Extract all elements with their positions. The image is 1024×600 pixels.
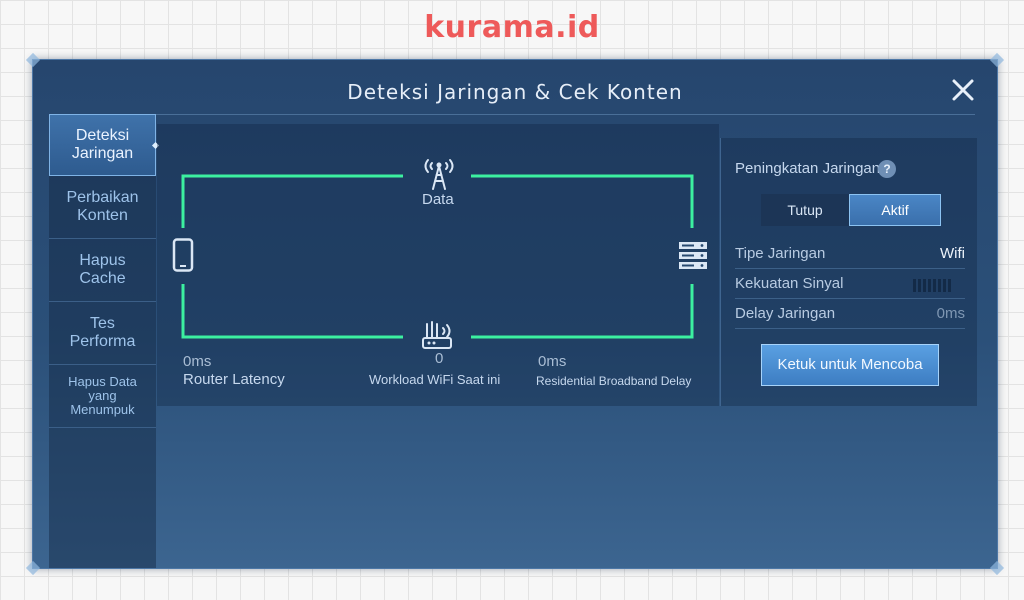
close-button[interactable]: [949, 76, 977, 104]
network-boost-panel: Peningkatan Jaringan ? Tutup Aktif Tipe …: [720, 138, 977, 406]
wifi-workload-value: 0: [435, 350, 444, 367]
broadband-delay-label: Residential Broadband Delay: [536, 374, 692, 388]
router-latency-label: Router Latency: [183, 371, 285, 388]
toggle-on-button[interactable]: Aktif: [849, 194, 941, 226]
network-delay-row: Delay Jaringan 0ms: [735, 300, 965, 329]
wifi-workload-label: Workload WiFi Saat ini: [369, 372, 501, 387]
sidebar-item-label: Deteksi Jaringan: [71, 127, 134, 162]
sidebar-item-clear-cache[interactable]: Hapus Cache: [49, 239, 156, 302]
toggle-off-button[interactable]: Tutup: [761, 194, 849, 226]
boost-label: Peningkatan Jaringan: [735, 160, 881, 177]
row-value: 0ms: [936, 305, 965, 322]
sidebar-item-label: Hapus Data yang Menumpuk: [68, 374, 137, 417]
link-line: [181, 174, 403, 228]
corner-ornament: [25, 52, 41, 68]
link-line: [181, 284, 403, 339]
link-line: [471, 174, 694, 228]
sidebar-item-performance-test[interactable]: Tes Performa: [49, 302, 156, 365]
sidebar: Deteksi Jaringan Perbaikan Konten Hapus …: [49, 114, 156, 568]
row-value: Wifi: [940, 245, 965, 262]
dialog-title: Deteksi Jaringan & Cek Konten: [347, 80, 683, 104]
server-icon: [679, 242, 707, 269]
watermark-logo: kurama.id: [424, 10, 600, 45]
corner-ornament: [25, 560, 41, 576]
link-line: [471, 284, 694, 339]
network-dialog: Deteksi Jaringan & Cek Konten Deteksi Ja…: [25, 52, 1005, 576]
signal-bars-icon: [913, 279, 951, 292]
corner-ornament: [989, 560, 1005, 576]
title-divider: [55, 114, 975, 115]
phone-icon: [172, 238, 194, 272]
sidebar-item-network-detection[interactable]: Deteksi Jaringan: [49, 114, 156, 176]
help-icon[interactable]: ?: [878, 160, 896, 178]
sidebar-item-label: Perbaikan Konten: [66, 189, 139, 224]
cell-tower-icon: [424, 159, 454, 190]
close-icon: [952, 79, 974, 101]
sidebar-item-content-repair[interactable]: Perbaikan Konten: [49, 176, 156, 239]
boost-toggle: Tutup Aktif: [761, 194, 941, 226]
network-type-row: Tipe Jaringan Wifi: [735, 240, 965, 269]
row-label: Kekuatan Sinyal: [735, 275, 844, 292]
try-button[interactable]: Ketuk untuk Mencoba: [761, 344, 939, 386]
signal-strength-row: Kekuatan Sinyal: [735, 270, 965, 299]
sidebar-item-label: Hapus Cache: [79, 252, 126, 287]
data-label: Data: [422, 191, 454, 208]
corner-ornament: [989, 52, 1005, 68]
router-latency-value: 0ms: [183, 353, 212, 370]
sidebar-item-label: Tes Performa: [69, 315, 136, 350]
broadband-delay-value: 0ms: [538, 353, 567, 370]
network-diagram-panel: Data 0ms Router Latency 0 Workload WiFi …: [157, 124, 719, 406]
row-label: Tipe Jaringan: [735, 245, 826, 262]
sidebar-item-clear-data[interactable]: Hapus Data yang Menumpuk: [49, 365, 156, 428]
row-label: Delay Jaringan: [735, 305, 836, 322]
router-icon: [422, 321, 452, 349]
